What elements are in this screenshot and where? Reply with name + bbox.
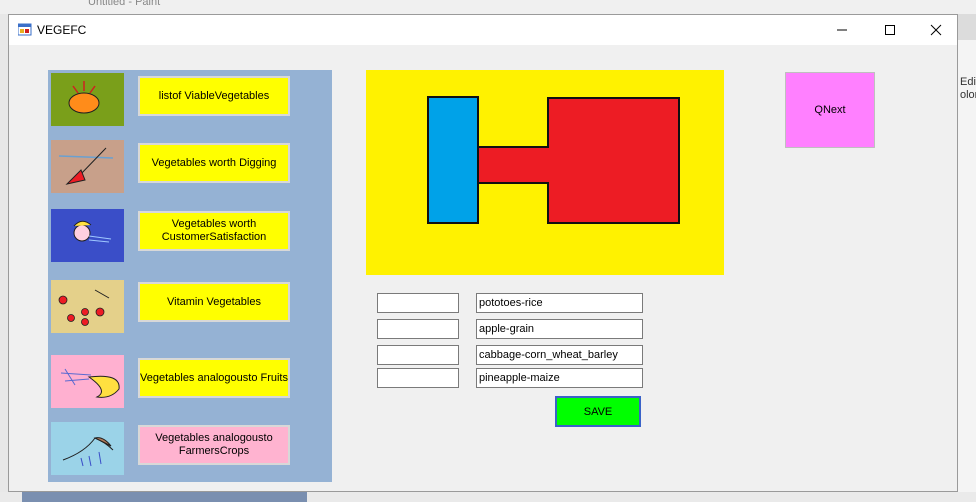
background-right-text: Edit olor <box>960 76 976 101</box>
menu-analogous-farmers-crops-button[interactable]: Vegetables analogousto FarmersCrops <box>138 425 290 465</box>
menu-vitamin-vegetables-button[interactable]: Vitamin Vegetables <box>138 282 290 322</box>
customer-face-icon <box>51 209 124 262</box>
thumb-customer-satisfaction[interactable] <box>51 209 124 262</box>
menu-worth-digging-button[interactable]: Vegetables worth Digging <box>138 143 290 183</box>
hammer-shape-drawing <box>427 96 680 224</box>
menu-analogous-fruits-button[interactable]: Vegetables analogousto Fruits <box>138 358 290 398</box>
minimize-icon <box>837 29 847 31</box>
long-field-3[interactable] <box>476 345 643 365</box>
maximize-button[interactable] <box>867 15 913 45</box>
short-field-2[interactable] <box>377 319 459 339</box>
qnext-button[interactable]: QNext <box>785 72 875 148</box>
app-icon <box>18 23 32 36</box>
banana-fruit-icon <box>51 355 124 408</box>
menu-viable-vegetables-button[interactable]: listof ViableVegetables <box>138 76 290 116</box>
maximize-icon <box>885 25 895 35</box>
background-left-edge <box>0 14 8 502</box>
vitamin-dots-icon <box>51 280 124 333</box>
thumb-analogous-farmers-crops[interactable] <box>51 422 124 475</box>
long-field-4[interactable] <box>476 368 643 388</box>
window-title: VEGEFC <box>37 23 87 37</box>
background-bottom-strip <box>22 492 307 502</box>
short-field-3[interactable] <box>377 345 459 365</box>
vegefc-window: VEGEFC listof ViableVegetables Vegetable… <box>8 14 958 492</box>
background-app-strip: Untitled - Paint <box>0 0 976 14</box>
long-field-1[interactable] <box>476 293 643 313</box>
title-bar[interactable]: VEGEFC <box>9 15 957 45</box>
short-field-4[interactable] <box>377 368 459 388</box>
background-app-title: Untitled - Paint <box>88 0 161 8</box>
thumb-analogous-fruits[interactable] <box>51 355 124 408</box>
close-button[interactable] <box>913 15 959 45</box>
background-right-edge <box>958 40 976 502</box>
crops-mound-icon <box>51 422 124 475</box>
thumb-viable-vegetables[interactable] <box>51 73 124 126</box>
drawing-canvas[interactable] <box>366 70 724 275</box>
vegetable-menu-panel: listof ViableVegetables Vegetables worth… <box>48 70 332 482</box>
save-button[interactable]: SAVE <box>555 396 641 427</box>
digging-icon <box>51 140 124 193</box>
thumb-worth-digging[interactable] <box>51 140 124 193</box>
long-field-2[interactable] <box>476 319 643 339</box>
thumb-vitamin-vegetables[interactable] <box>51 280 124 333</box>
minimize-button[interactable] <box>819 15 865 45</box>
orange-vegetable-icon <box>51 73 124 126</box>
short-field-1[interactable] <box>377 293 459 313</box>
menu-customer-satisfaction-button[interactable]: Vegetables worth CustomerSatisfaction <box>138 211 290 251</box>
close-icon <box>930 24 942 36</box>
